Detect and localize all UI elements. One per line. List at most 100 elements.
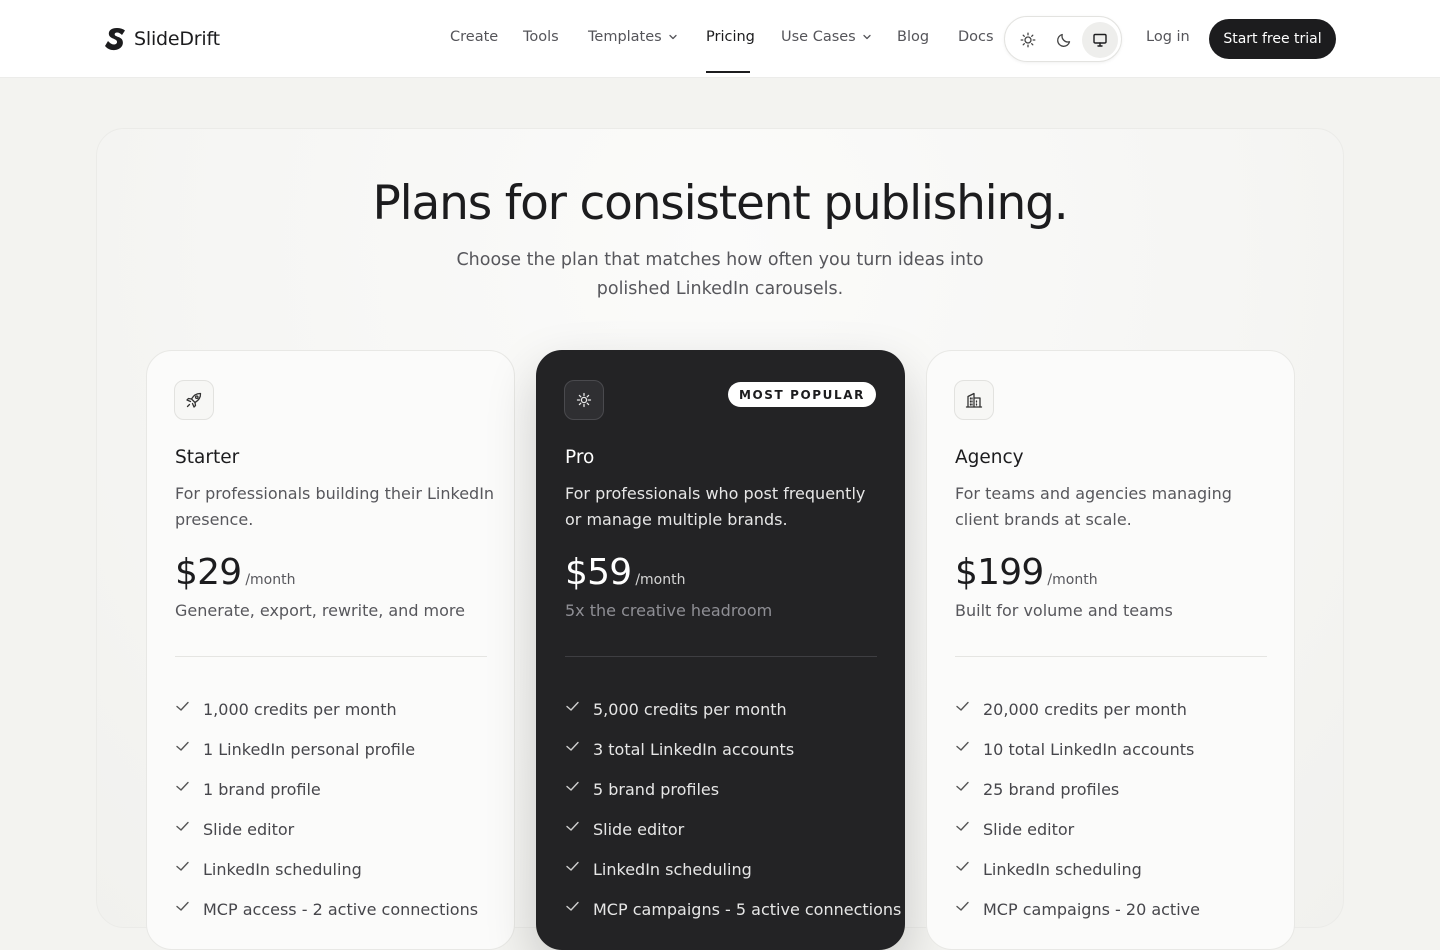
rocket-icon [186,392,202,408]
nav-docs-label: Docs [958,29,994,45]
nav-templates[interactable]: Templates [588,29,678,45]
nav-templates-label: Templates [588,29,662,45]
chevron-down-icon [669,34,677,40]
nav-pricing-label: Pricing [706,29,755,45]
nav-use-cases[interactable]: Use Cases [781,29,872,45]
plan-price-row: $29 /month [175,552,295,593]
slidedrift-logo-icon [105,28,125,51]
most-popular-badge: MOST POPULAR [727,382,876,407]
feature-list: 5,000 credits per month 3 total LinkedIn… [565,689,901,929]
feature-item: MCP access - 2 active connections [175,889,478,929]
page-subtitle: Choose the plan that matches how often y… [456,250,984,299]
plan-price-note: Generate, export, rewrite, and more [175,601,465,620]
feature-text: 25 brand profiles [983,779,1120,799]
login-link[interactable]: Log in [1146,29,1190,45]
feature-text: 5 brand profiles [593,779,720,799]
theme-light-button[interactable] [1010,22,1046,58]
check-icon [176,701,189,711]
page-title: Plans for consistent publishing. [372,176,1069,231]
feature-list: 1,000 credits per month 1 LinkedIn perso… [175,689,478,929]
plan-icon-box [564,380,604,420]
check-icon [176,821,189,831]
feature-item: Slide editor [565,809,901,849]
check-icon [956,821,969,831]
plan-card-agency: Agency For teams and agencies managing c… [926,350,1295,950]
feature-text: 1 brand profile [203,779,321,799]
feature-item: 5,000 credits per month [565,689,901,729]
chevron-down-icon [863,34,871,40]
nav-docs[interactable]: Docs [958,29,994,45]
feature-text: LinkedIn scheduling [203,859,362,879]
feature-text: 1,000 credits per month [203,699,397,719]
check-icon [956,781,969,791]
feature-text: 5,000 credits per month [593,699,787,719]
plan-price-note: 5x the creative headroom [565,601,773,620]
plan-price-row: $199 /month [955,552,1098,593]
nav-create-label: Create [450,29,499,45]
check-icon [956,901,969,911]
check-icon [566,861,579,871]
check-icon [176,901,189,911]
feature-text: Slide editor [983,819,1075,839]
plan-icon-box [174,380,214,420]
feature-item: 1 brand profile [175,769,478,809]
plan-price: $29 [175,552,242,593]
plan-name: Starter [175,447,240,468]
nav-use-cases-label: Use Cases [781,29,856,45]
check-icon [566,701,579,711]
nav-blog[interactable]: Blog [897,29,929,45]
plan-name: Pro [565,447,595,468]
check-icon [956,701,969,711]
feature-item: MCP campaigns - 5 active connections [565,889,901,929]
feature-item: MCP campaigns - 20 active [955,889,1200,929]
feature-text: Slide editor [593,819,685,839]
nav-tools-label: Tools [523,29,559,45]
feature-item: 20,000 credits per month [955,689,1200,729]
divider [175,656,487,657]
sun-icon [1020,32,1036,48]
brand-logo[interactable]: SlideDrift [104,27,220,51]
building-icon [965,392,983,408]
site-header: SlideDrift Create Tools Templates Pricin… [0,0,1440,78]
check-icon [176,781,189,791]
plan-price-note: Built for volume and teams [955,601,1173,620]
check-icon [956,861,969,871]
check-icon [176,741,189,751]
check-icon [566,741,579,751]
start-free-trial-button[interactable]: Start free trial [1209,19,1336,59]
check-icon [566,781,579,791]
theme-system-button[interactable] [1082,22,1118,58]
feature-item: Slide editor [175,809,478,849]
check-icon [566,821,579,831]
divider [955,656,1267,657]
plan-price: $199 [955,552,1044,593]
plan-price: $59 [565,552,632,593]
theme-dark-button[interactable] [1046,22,1082,58]
plan-description: For professionals building their LinkedI… [175,484,495,529]
plan-card-pro: MOST POPULAR Pro For professionals who p… [536,350,905,950]
feature-text: 20,000 credits per month [983,699,1187,719]
feature-item: 1 LinkedIn personal profile [175,729,478,769]
nav-create[interactable]: Create [450,29,498,45]
active-nav-indicator [706,71,750,73]
nav-pricing[interactable]: Pricing [706,29,755,45]
feature-text: LinkedIn scheduling [593,859,752,879]
feature-item: LinkedIn scheduling [565,849,901,889]
plan-name: Agency [955,447,1024,468]
check-icon [176,861,189,871]
feature-item: 1,000 credits per month [175,689,478,729]
feature-text: LinkedIn scheduling [983,859,1142,879]
nav-blog-label: Blog [897,29,930,45]
sparkle-icon [576,392,592,408]
feature-text: Slide editor [203,819,295,839]
feature-text: 3 total LinkedIn accounts [593,739,795,759]
feature-item: 25 brand profiles [955,769,1200,809]
plan-period: /month [245,572,296,588]
monitor-icon [1093,33,1107,47]
check-icon [566,901,579,911]
plan-icon-box [954,380,994,420]
divider [565,656,877,657]
plan-description: For professionals who post frequently or… [565,484,866,529]
brand-name: SlideDrift [134,28,220,50]
nav-tools[interactable]: Tools [523,29,559,45]
